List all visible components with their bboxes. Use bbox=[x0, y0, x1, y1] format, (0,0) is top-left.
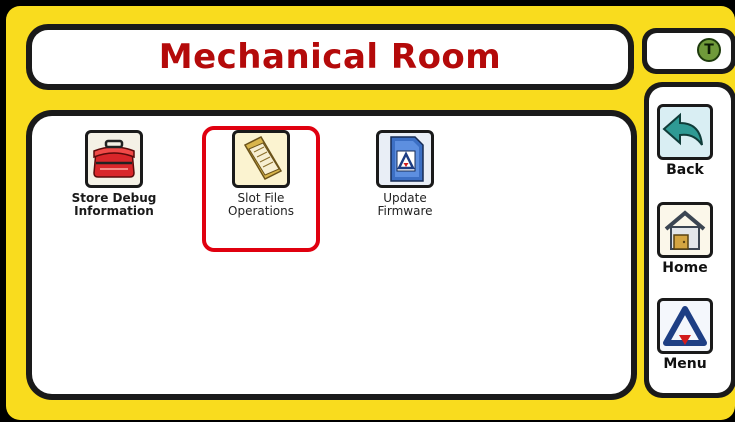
home-label: Home bbox=[662, 260, 708, 276]
menu-icon bbox=[657, 298, 713, 354]
back-label: Back bbox=[666, 162, 704, 178]
back-arrow-icon bbox=[657, 104, 713, 160]
tile-label: Slot File Operations bbox=[228, 191, 294, 218]
status-indicator: T bbox=[642, 28, 735, 74]
tile-label: Update Firmware bbox=[377, 191, 433, 218]
update-firmware-tile[interactable]: Update Firmware bbox=[345, 130, 465, 218]
home-icon bbox=[657, 202, 713, 258]
device-screen: Mechanical Room T Store Debug Informatio… bbox=[6, 6, 735, 420]
toolbox-icon bbox=[85, 130, 143, 188]
title-inner: Mechanical Room bbox=[32, 30, 628, 84]
home-button[interactable]: Home bbox=[646, 202, 724, 276]
menu-label: Menu bbox=[663, 356, 707, 372]
status-indicator-inner: T bbox=[647, 33, 731, 69]
back-button[interactable]: Back bbox=[646, 104, 724, 178]
store-debug-information-tile[interactable]: Store Debug Information bbox=[54, 130, 174, 218]
slot-file-operations-tile[interactable]: Slot File Operations bbox=[201, 130, 321, 218]
sd-card-icon bbox=[376, 130, 434, 188]
title-bar: Mechanical Room bbox=[26, 24, 634, 90]
page-title: Mechanical Room bbox=[158, 37, 502, 77]
menu-button[interactable]: Menu bbox=[646, 298, 724, 372]
t-badge-letter: T bbox=[704, 42, 714, 58]
tile-label: Store Debug Information bbox=[71, 191, 157, 218]
folder-icon bbox=[232, 130, 290, 188]
t-badge-icon[interactable]: T bbox=[697, 38, 721, 62]
